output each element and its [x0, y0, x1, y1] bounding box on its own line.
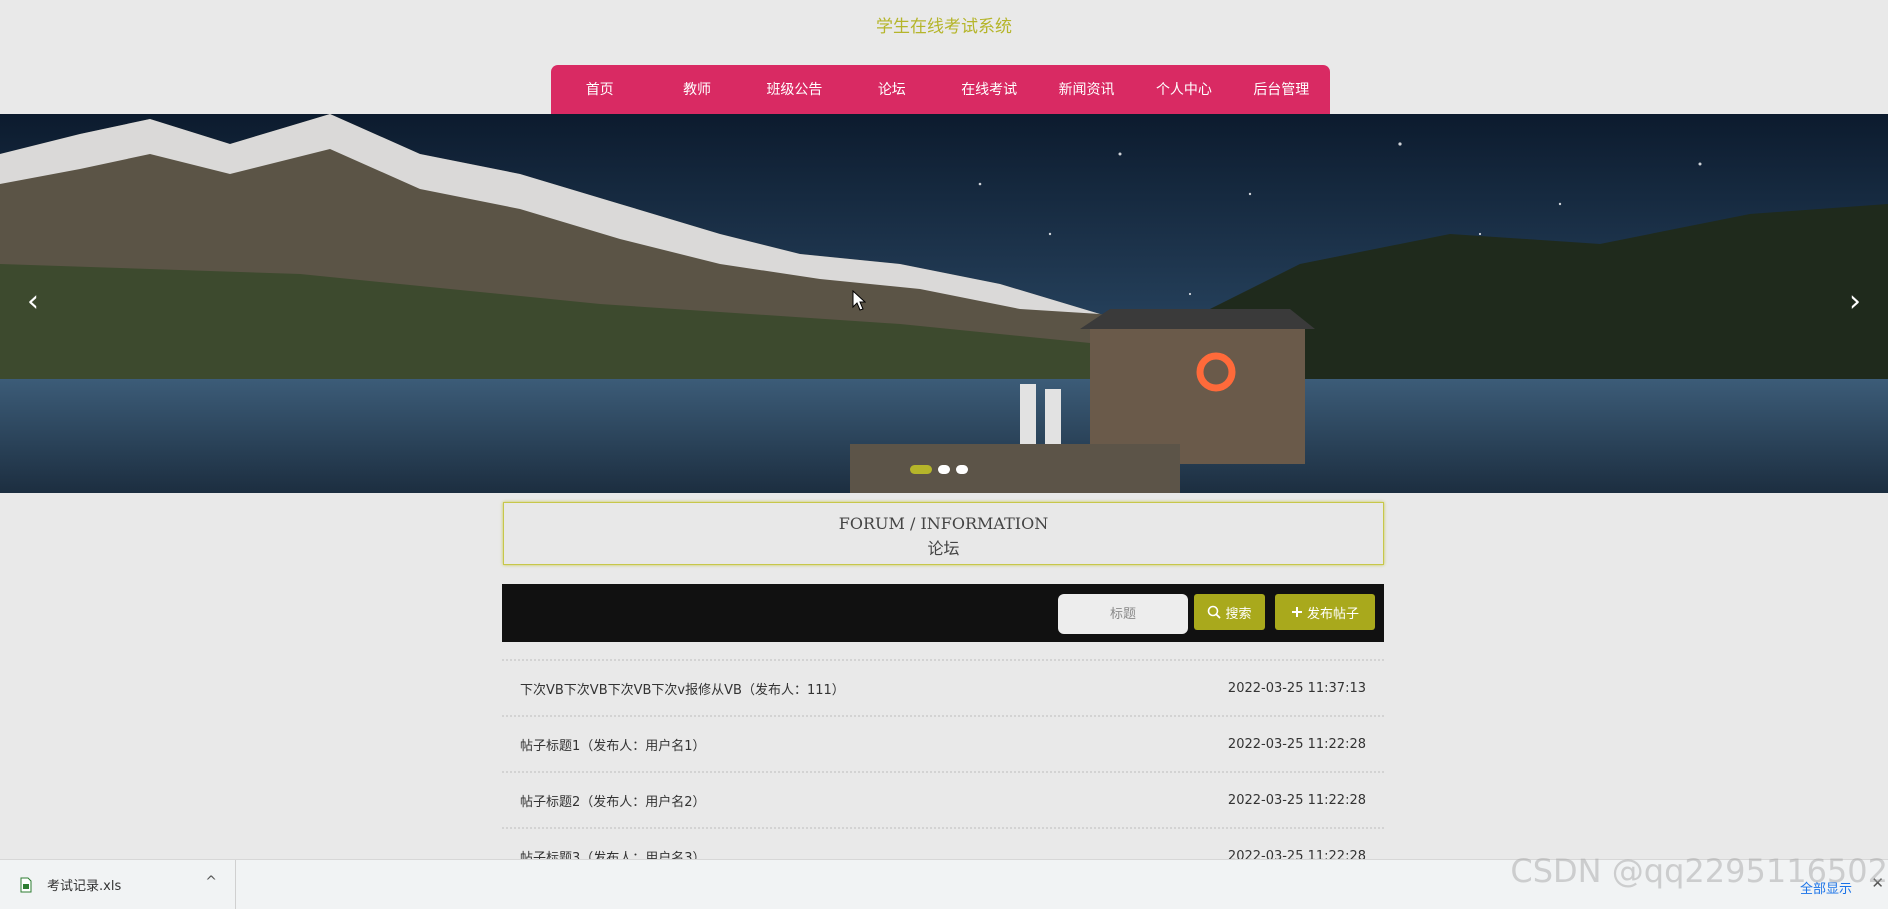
section-heading: FORUM / INFORMATION 论坛: [503, 502, 1384, 565]
mouse-cursor-icon: [852, 290, 866, 311]
banner-carousel[interactable]: ‹ ›: [0, 114, 1888, 493]
nav-item-forum[interactable]: 论坛: [843, 65, 940, 115]
site-title: 学生在线考试系统: [876, 17, 1012, 37]
nav-item-personal-center[interactable]: 个人中心: [1135, 65, 1232, 115]
post-title[interactable]: 帖子标题1（发布人：用户名1）: [520, 735, 706, 754]
banner-dot[interactable]: [956, 465, 968, 474]
nav-item-home[interactable]: 首页: [551, 65, 648, 115]
search-button[interactable]: 搜索: [1194, 594, 1265, 630]
banner-next-arrow-icon[interactable]: ›: [1840, 282, 1870, 322]
show-all-downloads-link[interactable]: 全部显示: [1800, 878, 1852, 897]
close-icon[interactable]: ✕: [1871, 874, 1884, 892]
download-bar: 考试记录.xls ^ 全部显示 ✕: [0, 859, 1888, 909]
banner-dots: [910, 465, 968, 474]
search-button-label: 搜索: [1225, 606, 1252, 622]
download-item[interactable]: 考试记录.xls ^: [0, 860, 236, 909]
new-post-button[interactable]: 发布帖子: [1275, 594, 1375, 630]
post-row[interactable]: 帖子标题2（发布人：用户名2） 2022-03-25 11:22:28: [502, 771, 1384, 827]
nav-item-admin[interactable]: 后台管理: [1233, 65, 1330, 115]
search-icon: [1208, 605, 1222, 619]
post-time: 2022-03-25 11:22:28: [1227, 792, 1366, 808]
download-file-name: 考试记录.xls: [47, 879, 122, 894]
nav-item-news[interactable]: 新闻资讯: [1038, 65, 1135, 115]
nav-item-online-exam[interactable]: 在线考试: [941, 65, 1038, 115]
banner-image: [0, 114, 1888, 493]
post-row[interactable]: 下次VB下次VB下次VB下次v报修从VB（发布人：111） 2022-03-25…: [502, 659, 1384, 715]
nav-item-announcements[interactable]: 班级公告: [746, 65, 843, 115]
post-time: 2022-03-25 11:37:13: [1227, 680, 1366, 696]
section-title-cn: 论坛: [927, 539, 960, 558]
main-nav: 首页 教师 班级公告 论坛 在线考试 新闻资讯 个人中心 后台管理: [551, 65, 1330, 115]
banner-dot[interactable]: [910, 465, 932, 474]
post-time: 2022-03-25 11:22:28: [1227, 736, 1366, 752]
post-row[interactable]: 帖子标题1（发布人：用户名1） 2022-03-25 11:22:28: [502, 715, 1384, 771]
post-title[interactable]: 帖子标题2（发布人：用户名2）: [520, 791, 706, 810]
plus-icon: [1291, 607, 1302, 617]
new-post-button-label: 发布帖子: [1306, 606, 1359, 622]
title-search-input[interactable]: [1058, 594, 1188, 634]
nav-item-teachers[interactable]: 教师: [648, 65, 745, 115]
banner-prev-arrow-icon[interactable]: ‹: [18, 282, 48, 322]
post-list: 下次VB下次VB下次VB下次v报修从VB（发布人：111） 2022-03-25…: [502, 659, 1384, 883]
banner-dot[interactable]: [938, 465, 950, 474]
forum-toolbar: 搜索 发布帖子: [502, 584, 1384, 642]
excel-file-icon: [20, 877, 32, 892]
section-title-en: FORUM / INFORMATION: [838, 514, 1049, 533]
post-title[interactable]: 下次VB下次VB下次VB下次v报修从VB（发布人：111）: [520, 679, 845, 698]
chevron-up-icon[interactable]: ^: [205, 874, 217, 890]
